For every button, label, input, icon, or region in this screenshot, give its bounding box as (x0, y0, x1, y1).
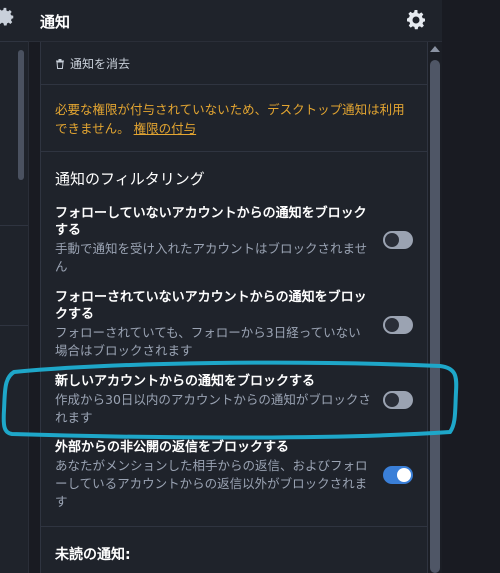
column-header: 通知 (28, 0, 442, 42)
setting-block-private-replies: 外部からの非公開の返信をブロックする あなたがメンションした相手からの返信、およ… (55, 439, 373, 511)
scroll-up-arrow-icon[interactable] (430, 46, 440, 52)
adjacent-column (0, 0, 29, 573)
setting-label: 新しいアカウントからの通知をブロックする (55, 374, 316, 389)
gear-icon[interactable] (0, 6, 16, 28)
divider (0, 225, 28, 226)
grant-permission-link[interactable]: 権限の付与 (134, 121, 197, 136)
page-title: 通知 (40, 13, 71, 31)
scrollbar-thumb[interactable] (18, 50, 24, 180)
permission-warning-text: 必要な権限が付与されていないため、デスクトップ通知は利用できません。 (55, 102, 405, 136)
toggle-knob (385, 233, 399, 247)
setting-hint: 手動で通知を受け入れたアカウントはブロックされません (55, 241, 368, 274)
setting-block-not-following: フォローしていないアカウントからの通知をブロックする 手動で通知を受け入れたアカ… (55, 205, 373, 276)
gear-icon[interactable] (404, 8, 428, 32)
toggle-knob (397, 468, 411, 482)
filter-section-title: 通知のフィルタリング (55, 170, 205, 188)
clear-notifications-button[interactable]: 通知を消去 (55, 55, 130, 72)
unread-section-title: 未読の通知: (55, 547, 131, 563)
toggle-block-not-following[interactable] (383, 231, 413, 249)
clear-notifications-label: 通知を消去 (70, 57, 131, 71)
setting-hint: あなたがメンションした相手からの返信、およびフォローしているアカウントからの返信… (55, 458, 368, 509)
setting-label: フォローされていないアカウントからの通知をブロックする (55, 290, 367, 322)
divider (0, 41, 28, 42)
divider (41, 526, 427, 527)
toggle-block-not-followers[interactable] (383, 316, 413, 334)
permission-warning: 必要な権限が付与されていないため、デスクトップ通知は利用できません。 権限の付与 (55, 100, 415, 138)
toggle-knob (385, 318, 399, 332)
setting-hint: フォローされていても、フォローから3日経っていない場合はブロックされます (55, 325, 361, 358)
divider (41, 151, 427, 152)
toggle-block-private-replies[interactable] (383, 466, 413, 484)
setting-block-new-accounts: 新しいアカウントからの通知をブロックする 作成から30日以内のアカウントからの通… (55, 373, 373, 427)
background (442, 0, 500, 573)
setting-hint: 作成から30日以内のアカウントからの通知がブロックされます (55, 392, 371, 425)
divider (41, 84, 427, 85)
setting-label: 外部からの非公開の返信をブロックする (55, 440, 290, 455)
toggle-block-new-accounts[interactable] (383, 391, 413, 409)
trash-icon (56, 59, 64, 69)
divider (0, 325, 28, 326)
toggle-knob (385, 393, 399, 407)
notification-settings-panel: 通知を消去 必要な権限が付与されていないため、デスクトップ通知は利用できません。… (40, 42, 428, 573)
scrollbar-thumb[interactable] (430, 60, 440, 573)
setting-label: フォローしていないアカウントからの通知をブロックする (55, 206, 367, 238)
setting-block-not-followers: フォローされていないアカウントからの通知をブロックする フォローされていても、フ… (55, 289, 373, 360)
